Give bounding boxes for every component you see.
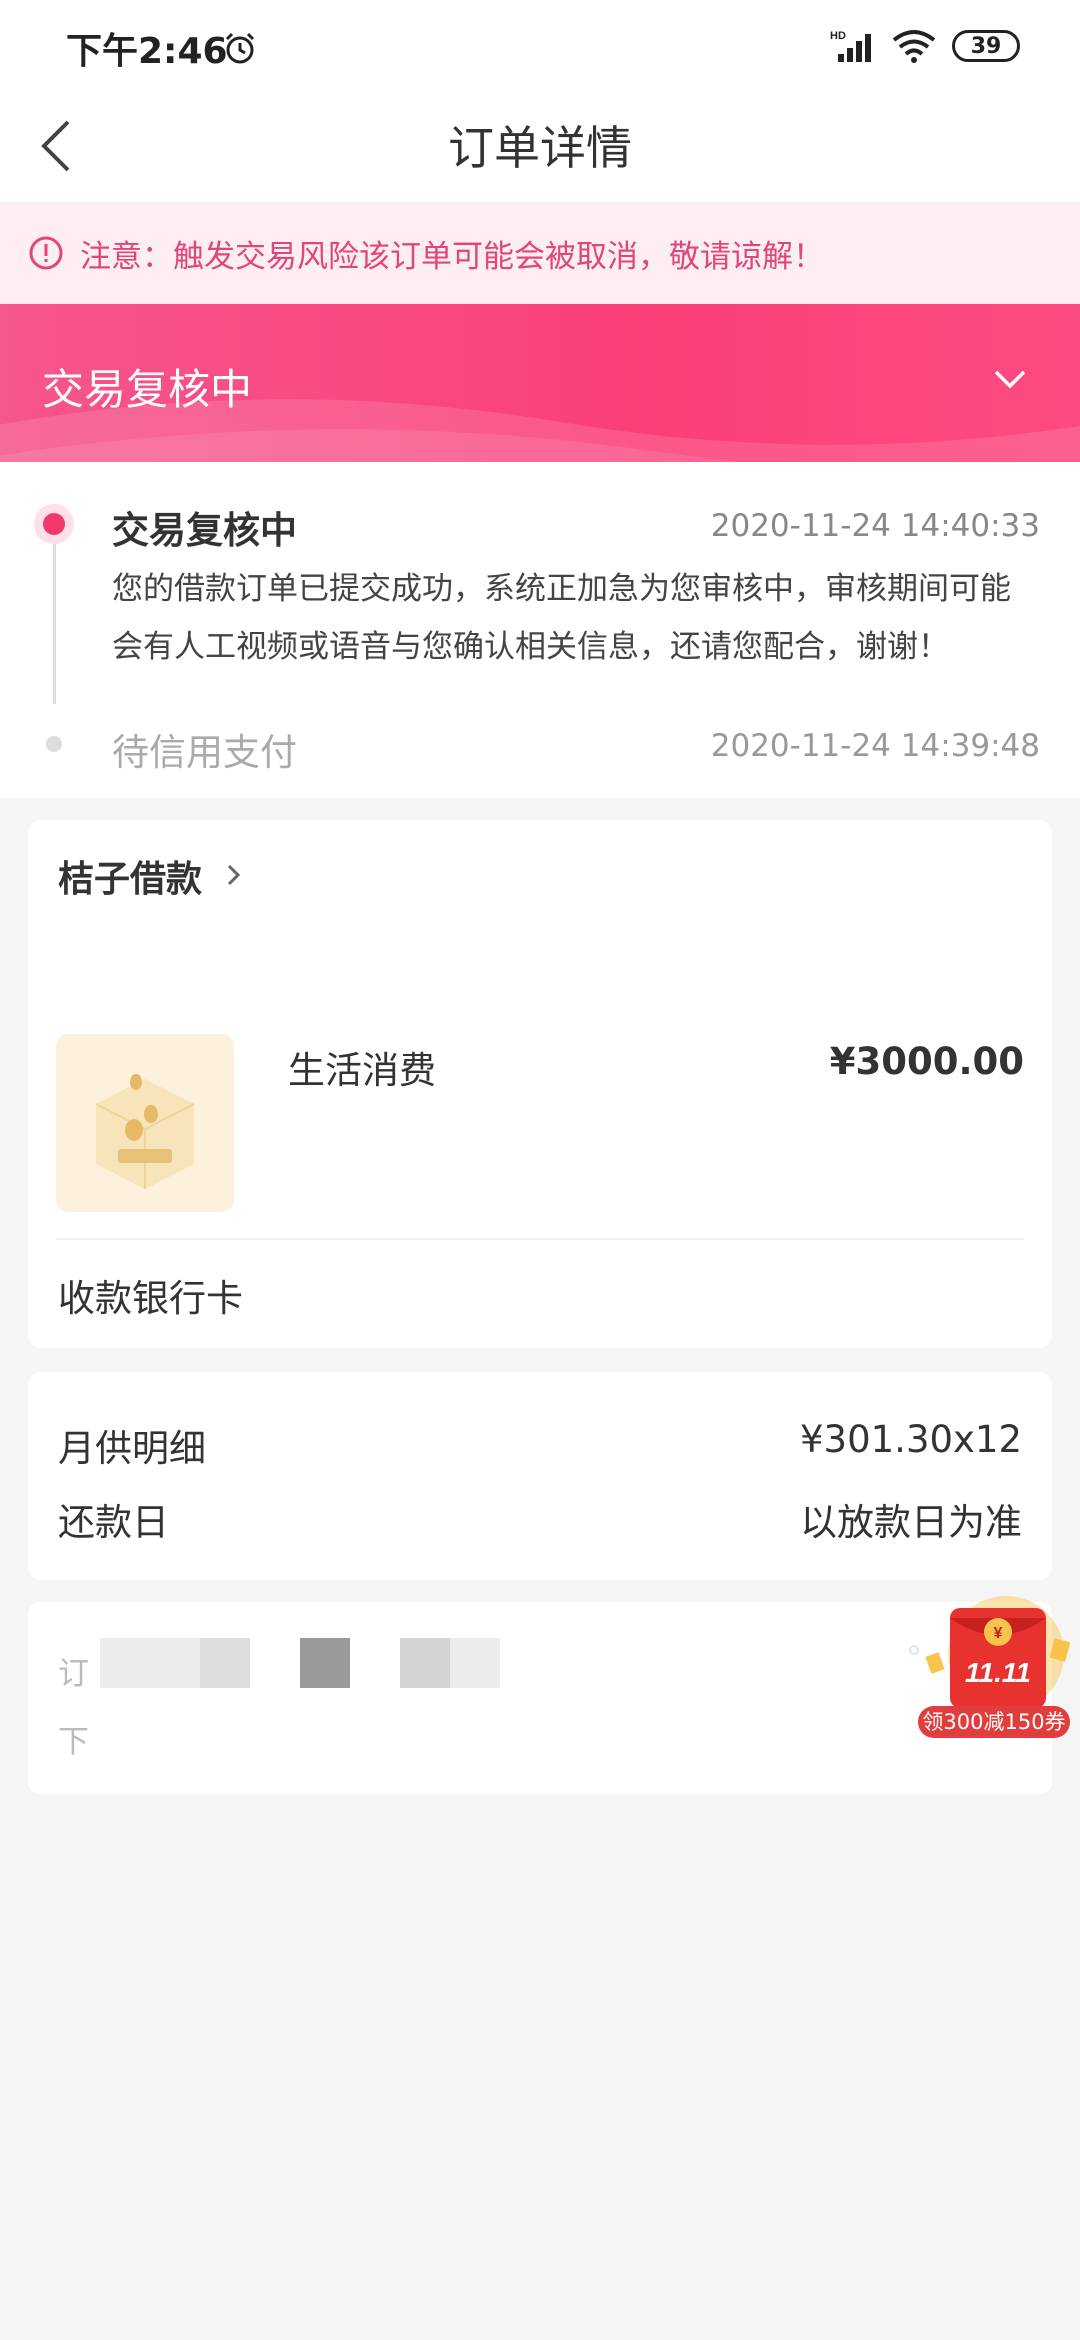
page-title: 订单详情 [448, 121, 632, 175]
risk-notice: 注意：触发交易风险该订单可能会被取消，敬请谅解！ [0, 202, 1080, 304]
redaction-block [200, 1638, 250, 1688]
promo-label[interactable]: 领300减150券 [918, 1706, 1070, 1738]
timeline-item-time: 2020-11-24 14:40:33 [710, 508, 1040, 544]
monthly-payment-row: 月供明细 ¥301.30x12 [58, 1418, 1022, 1472]
status-bar: 下午2:46 HD 39 [0, 0, 1080, 90]
redaction-block [300, 1638, 350, 1688]
timeline-dot-active [34, 504, 74, 544]
product-image [56, 1034, 234, 1212]
repay-day-row: 还款日 以放款日为准 [58, 1492, 1022, 1546]
order-timeline: 交易复核中 2020-11-24 14:40:33 您的借款订单已提交成功，系统… [0, 462, 1080, 798]
redaction-block [450, 1638, 500, 1688]
merchant-name[interactable]: 桔子借款 [58, 850, 202, 902]
wifi-icon [892, 30, 936, 63]
monthly-payment-value: ¥301.30x12 [800, 1418, 1022, 1461]
order-info-card: 订 下 [28, 1602, 1052, 1794]
divider [56, 1238, 1024, 1240]
timeline-line [53, 524, 56, 704]
order-time-label: 下 [58, 1724, 89, 1760]
timeline-item-title: 待信用支付 [112, 731, 297, 774]
signal-icon: HD [830, 30, 871, 62]
order-number-label: 订 [58, 1656, 89, 1692]
product-price: ¥3000.00 [829, 1040, 1024, 1083]
chevron-right-icon[interactable] [224, 860, 244, 890]
order-product-card: 桔子借款 生活消费 ¥3000.00 收款银行卡 [28, 820, 1052, 1348]
repayment-plan-card: 月供明细 ¥301.30x12 还款日 以放款日为准 [28, 1372, 1052, 1580]
order-status-title: 交易复核中 [42, 365, 253, 414]
notice-text: 注意：触发交易风险该订单可能会被取消，敬请谅解！ [80, 238, 824, 275]
timeline-dot [46, 736, 62, 752]
battery-indicator: 39 [952, 30, 1020, 62]
promo-badge: 11.11 [965, 1657, 1031, 1688]
timeline-item-description: 您的借款订单已提交成功，系统正加急为您审核中，审核期间可能会有人工视频或语音与您… [112, 571, 1011, 665]
monthly-payment-label: 月供明细 [58, 1427, 206, 1470]
svg-text:HD: HD [830, 30, 846, 42]
timeline-item-time: 2020-11-24 14:39:48 [710, 728, 1040, 764]
repay-day-label: 还款日 [58, 1501, 169, 1544]
svg-text:¥: ¥ [994, 1625, 1003, 1642]
status-time: 下午2:46 [66, 31, 228, 72]
alarm-icon [225, 32, 255, 64]
bank-card-label: 收款银行卡 [58, 1277, 243, 1320]
nav-bar: 订单详情 [0, 90, 1080, 202]
timeline-item-title: 交易复核中 [112, 509, 297, 552]
chevron-down-icon[interactable] [990, 364, 1030, 394]
repay-day-value: 以放款日为准 [800, 1501, 1022, 1544]
warning-icon [29, 236, 63, 270]
status-banner[interactable]: 交易复核中 [0, 304, 1080, 462]
coin-box-icon [95, 1074, 195, 1189]
redaction-block [100, 1638, 200, 1688]
product-name: 生活消费 [288, 1049, 436, 1092]
redaction-block [400, 1638, 450, 1688]
